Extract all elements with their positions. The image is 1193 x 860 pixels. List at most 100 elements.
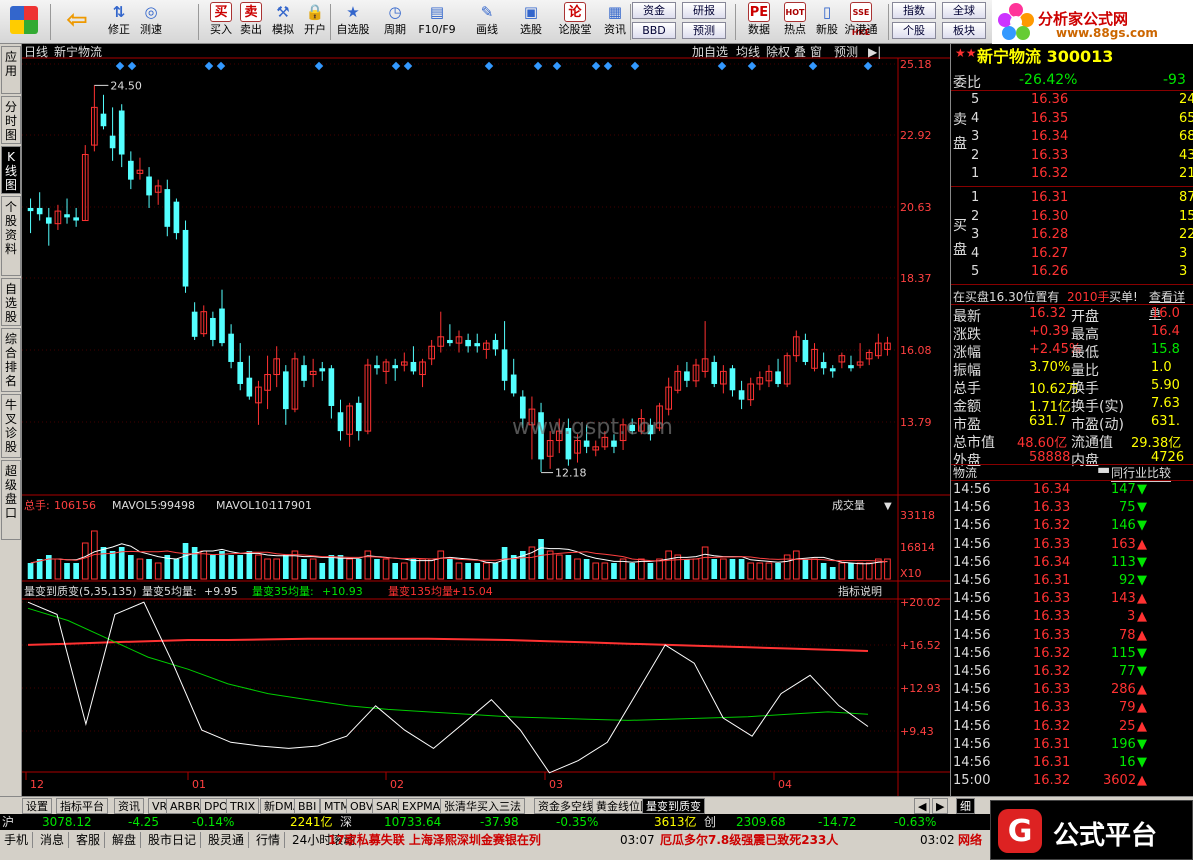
left-tab-1[interactable]: 分时图 — [1, 96, 21, 144]
toolbar-button-7[interactable]: ◷ 周期 — [376, 2, 414, 42]
indicator-tab-6[interactable]: TRIX — [226, 798, 260, 814]
left-tab-7[interactable]: 超级盘口 — [1, 460, 21, 540]
toolbar-button-5[interactable]: 🔒 开户 — [296, 2, 334, 42]
indicator-tab-4[interactable]: ARBR — [166, 798, 205, 814]
chart-header-button-4[interactable]: 窗 — [810, 45, 822, 59]
toolbar-button-10[interactable]: ▣ 选股 — [512, 2, 550, 42]
news-ticker-1[interactable]: 17家私募失联 上海泽熙深圳金赛银在列 — [328, 832, 541, 848]
sz-amount: 3613亿 — [654, 815, 697, 829]
candle-body — [729, 368, 736, 391]
bbd-button[interactable]: BBD — [632, 22, 676, 39]
volume-dropdown[interactable]: 成交量 — [832, 498, 865, 512]
stock-title: 新宁物流 300013 — [977, 47, 1114, 64]
toolbar-button-label: 画线 — [476, 23, 498, 36]
indicator-help-button[interactable]: 指标说明 — [838, 584, 882, 598]
order-volume: 3 — [1179, 245, 1188, 261]
indicator-tab-8[interactable]: BBI — [294, 798, 321, 814]
news-ticker-3[interactable]: 网络 — [958, 832, 982, 848]
candle-body — [210, 317, 216, 340]
detail-tab[interactable]: 细 — [956, 798, 975, 814]
volume-bar — [501, 547, 508, 579]
back-button[interactable]: ⇦ — [58, 2, 96, 42]
left-tab-2[interactable]: K线图 — [1, 146, 21, 194]
left-tab-3[interactable]: 个股资料 — [1, 196, 21, 276]
news-ticker-2[interactable]: 厄瓜多尔7.8级强震已致死233人 — [660, 832, 838, 848]
sector-button[interactable]: 板块 — [942, 22, 986, 39]
order-volume: 65 — [1179, 110, 1193, 126]
research-button[interactable]: 研报 — [682, 2, 726, 19]
toolbar-button-15[interactable]: ▯ 新股 — [808, 2, 846, 42]
stat-value-2: 7.63 — [1151, 396, 1180, 411]
toolbar-button-9[interactable]: ✎ 画线 — [468, 2, 506, 42]
tick-price: 16.34 — [1033, 482, 1071, 497]
main-toolbar: ⇦ ⇅ 修正 ◎ 测速买买入卖卖出 ⚒ 模拟 🔒 开户 ★ 自选股 ◷ 周期 ▤ F10/F9 ✎ 画线 ▣ 选股… — [0, 0, 1193, 44]
news-menu-item-2[interactable]: 客服 — [76, 832, 106, 848]
stock-button[interactable]: 个股 — [892, 22, 936, 39]
toolbar-button-16[interactable]: SSE HKE 沪港通 — [842, 2, 880, 42]
candle-body — [848, 365, 854, 369]
stat-label-2: 最低 — [1071, 345, 1099, 361]
toolbar-button-label: 沪港通 — [844, 23, 878, 36]
capital-button[interactable]: 资金 — [632, 2, 676, 19]
indicator-tab-12[interactable]: EXPMA — [398, 798, 445, 814]
tick-time: 14:56 — [953, 591, 991, 607]
tick-price: 16.32 — [1033, 645, 1071, 661]
candle-body — [100, 113, 107, 127]
toolbar-button-1[interactable]: ◎ 测速 — [132, 2, 170, 42]
left-tab-6[interactable]: 牛叉诊股 — [1, 394, 21, 458]
toolbar-button-6[interactable]: ★ 自选股 — [334, 2, 372, 42]
left-tab-0[interactable]: 应用 — [1, 46, 21, 94]
news-menu-item-4[interactable]: 股市日记 — [148, 832, 202, 848]
volume-bar — [684, 559, 690, 579]
order-level: 2 — [971, 208, 980, 224]
news-menu-item-5[interactable]: 股灵通 — [208, 832, 250, 848]
f10-icon: ▤ — [429, 3, 445, 21]
candle-body — [191, 311, 198, 337]
toolbar-button-label: 自选股 — [336, 23, 370, 36]
toolbar-button-13[interactable]: PE 数据 — [740, 2, 778, 42]
tick-time: 14:56 — [953, 645, 991, 661]
toolbar-button-11[interactable]: 论论股堂 — [556, 2, 594, 42]
chart-header-button-3[interactable]: 叠 — [794, 45, 806, 59]
global-button[interactable]: 全球 — [942, 2, 986, 19]
vol-unit: X10 — [900, 567, 922, 580]
order-volume: 68 — [1179, 129, 1193, 144]
sz-label: 深 — [340, 815, 353, 829]
indicator-tab-2[interactable]: 资讯 — [114, 798, 144, 814]
stat-value-2: 29.38亿 — [1131, 436, 1182, 451]
index-button[interactable]: 指数 — [892, 2, 936, 19]
news-menu-item-6[interactable]: 行情 — [256, 832, 286, 848]
down-arrow-icon: ▼ — [1137, 736, 1147, 752]
indicator-tab-16[interactable]: 量变到质变 — [642, 798, 705, 814]
indicator-tab-0[interactable]: 设置 — [22, 798, 52, 814]
menu-grid-button[interactable] — [4, 2, 44, 42]
volume-bar — [711, 559, 718, 579]
tick-time: 14:56 — [953, 482, 991, 497]
tick-volume: 3602 — [1103, 773, 1137, 789]
indicator-tab-1[interactable]: 指标平台 — [56, 798, 108, 814]
chart-header-button-0[interactable]: 加自选 — [692, 45, 728, 59]
weibi-label: 委比 — [953, 75, 981, 91]
candle-body — [802, 339, 809, 362]
tick-price: 16.31 — [1033, 755, 1071, 770]
toolbar-button-8[interactable]: ▤ F10/F9 — [418, 2, 456, 42]
chart-header-button-2[interactable]: 除权 — [766, 44, 790, 59]
news-menu-item-1[interactable]: 消息 — [40, 832, 70, 848]
left-tab-4[interactable]: 自选股 — [1, 278, 21, 326]
chart-header-button-5[interactable]: 预测 — [834, 45, 858, 59]
industry-label[interactable]: 物流 — [953, 464, 977, 481]
collapse-icon[interactable]: ▬ — [1097, 462, 1110, 478]
stat-value-2: 631. — [1151, 414, 1180, 429]
indicator-tab-13[interactable]: 张清华买入三法 — [440, 798, 525, 814]
toolbar-button-12[interactable]: ▦ 资讯 — [596, 2, 634, 42]
order-price: 16.35 — [1031, 110, 1069, 126]
flower-logo-icon — [998, 3, 1034, 40]
forecast-button[interactable]: 预测 — [682, 22, 726, 39]
news-menu-item-0[interactable]: 手机 — [4, 832, 34, 848]
chart-header-button-1[interactable]: 均线 — [736, 45, 760, 59]
news-menu-item-3[interactable]: 解盘 — [112, 832, 142, 848]
left-tab-5[interactable]: 综合排名 — [1, 328, 21, 392]
tab-scroll-left[interactable]: ◀ — [914, 798, 931, 814]
tab-scroll-right[interactable]: ▶ — [932, 798, 949, 814]
news-icon: ▦ — [607, 3, 623, 21]
